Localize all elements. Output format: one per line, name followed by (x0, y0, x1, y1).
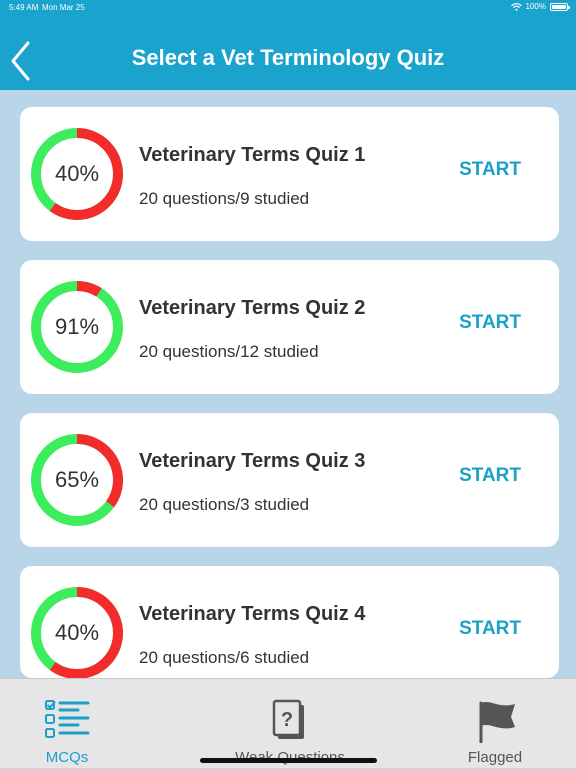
battery-icon (550, 2, 570, 11)
quiz-progress-text: 20 questions/12 studied (139, 342, 319, 361)
tab-mcqs[interactable]: MCQs (0, 679, 134, 769)
checklist-icon (45, 700, 90, 738)
quiz-progress-text: 20 questions/9 studied (139, 189, 310, 208)
navigation-bar: Select a Vet Terminology Quiz (0, 16, 576, 90)
quiz-title: Veterinary Terms Quiz 4 (139, 603, 366, 625)
quiz-title: Veterinary Terms Quiz 3 (139, 450, 366, 472)
progress-percent: 40% (54, 620, 100, 645)
page-title: Select a Vet Terminology Quiz (131, 45, 445, 70)
start-button[interactable]: START (459, 159, 521, 181)
flag-icon (479, 701, 515, 743)
progress-percent: 65% (54, 467, 100, 492)
tab-label-flagged: Flagged (467, 749, 523, 766)
question-cards-icon: ? (272, 699, 304, 739)
tab-flagged[interactable]: Flagged (430, 679, 560, 769)
status-bar: 5:49 AM Mon Mar 25 100% (0, 0, 576, 16)
wifi-icon (510, 2, 522, 11)
progress-percent: 91% (54, 314, 100, 339)
start-button[interactable]: START (459, 618, 521, 640)
status-time: 5:49 AM (9, 3, 39, 12)
quiz-progress-text: 20 questions/6 studied (139, 648, 310, 667)
home-indicator (200, 758, 377, 763)
progress-percent: 40% (54, 161, 100, 186)
quiz-progress-text: 20 questions/3 studied (139, 495, 310, 514)
quiz-card[interactable]: 40% Veterinary Terms Quiz 4 20 questions/6… (20, 566, 559, 679)
svg-text:?: ? (281, 709, 293, 731)
quiz-card[interactable]: 91% Veterinary Terms Quiz 2 20 questions/1… (20, 260, 559, 394)
start-button[interactable]: START (459, 312, 521, 334)
quiz-card[interactable]: 65% Veterinary Terms Quiz 3 20 questions/3… (20, 413, 559, 547)
quiz-title: Veterinary Terms Quiz 2 (139, 297, 366, 319)
quiz-card[interactable]: 40% Veterinary Terms Quiz 1 20 questions/9… (20, 107, 559, 241)
tab-weak-questions[interactable]: ? Weak Questions (210, 679, 370, 769)
start-button[interactable]: START (459, 465, 521, 487)
quiz-title: Veterinary Terms Quiz 1 (139, 144, 366, 166)
status-indicators: 100% (510, 2, 570, 11)
status-date: Mon Mar 25 (42, 3, 85, 12)
tab-bar: MCQs ? Weak Questions Flagged (0, 678, 576, 768)
tab-label-mcqs: MCQs (45, 749, 89, 766)
battery-percent: 100% (525, 2, 546, 11)
